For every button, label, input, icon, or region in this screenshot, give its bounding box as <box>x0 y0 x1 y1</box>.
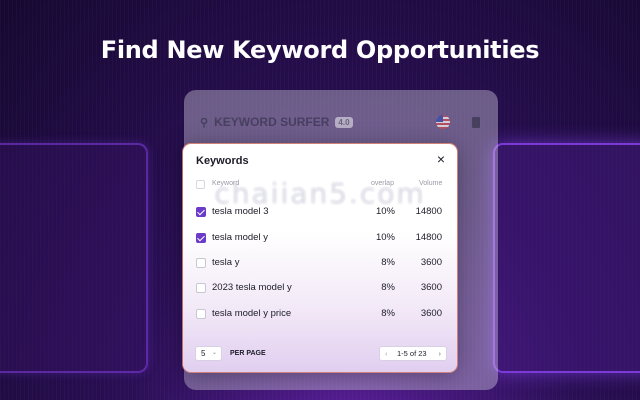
chevron-right-icon[interactable]: › <box>439 347 442 360</box>
table-row[interactable]: tesla model 3 10% 14800 <box>183 199 457 224</box>
row-checkbox[interactable] <box>196 309 206 319</box>
us-flag-icon[interactable] <box>436 115 450 129</box>
volume-cell: 3600 <box>420 308 442 319</box>
table-row[interactable]: tesla model y price 8% 3600 <box>183 301 457 326</box>
pagination-control: ‹ 1-5 of 23 › <box>379 346 447 361</box>
side-card-left <box>0 143 148 373</box>
document-icon[interactable] <box>472 116 480 128</box>
keyword-cell: tesla y <box>212 257 240 268</box>
row-checkbox[interactable] <box>196 283 206 293</box>
column-header-keyword[interactable]: Keyword <box>212 180 239 187</box>
per-page-value: 5 <box>201 349 206 358</box>
select-all-checkbox[interactable] <box>196 180 205 189</box>
table-row[interactable]: 2023 tesla model y 8% 3600 <box>183 275 457 300</box>
table-row[interactable]: tesla y 8% 3600 <box>183 250 457 275</box>
pagination-info: 1-5 of 23 <box>397 349 427 358</box>
headline: Find New Keyword Opportunities <box>100 36 540 64</box>
keyword-cell: tesla model 3 <box>212 206 269 217</box>
row-checkbox[interactable] <box>196 233 206 243</box>
per-page-select[interactable]: 5 ⌄ <box>195 346 222 361</box>
overlap-cell: 10% <box>375 232 395 243</box>
chevron-down-icon: ⌄ <box>211 350 217 356</box>
overlap-cell: 10% <box>375 206 395 217</box>
table-row[interactable]: tesla model y 10% 14800 <box>183 225 457 250</box>
keywords-modal: Keywords × Keyword overlap Volume tesla … <box>183 144 457 372</box>
volume-cell: 3600 <box>420 282 442 293</box>
volume-cell: 14800 <box>415 206 442 217</box>
version-badge: 4.0 <box>335 116 353 128</box>
chevron-left-icon[interactable]: ‹ <box>385 347 388 360</box>
keyword-cell: 2023 tesla model y <box>212 282 292 293</box>
modal-title: Keywords <box>196 155 249 167</box>
row-checkbox[interactable] <box>196 258 206 268</box>
brand-name: KEYWORD SURFER <box>214 115 330 129</box>
keyword-cell: tesla model y <box>212 232 268 243</box>
search-icon: ⚲ <box>200 116 209 129</box>
side-card-right <box>493 143 640 373</box>
overlap-cell: 8% <box>381 257 395 268</box>
row-checkbox[interactable] <box>196 207 206 217</box>
per-page-label: PER PAGE <box>230 350 266 357</box>
column-header-overlap[interactable]: overlap <box>371 180 394 187</box>
volume-cell: 3600 <box>420 257 442 268</box>
overlap-cell: 8% <box>381 308 395 319</box>
column-header-volume[interactable]: Volume <box>419 180 442 187</box>
extension-header: ⚲ KEYWORD SURFER 4.0 <box>200 112 480 132</box>
keyword-cell: tesla model y price <box>212 308 292 319</box>
volume-cell: 14800 <box>415 232 442 243</box>
close-icon[interactable]: × <box>434 152 448 166</box>
modal-footer: 5 ⌄ PER PAGE ‹ 1-5 of 23 › <box>195 346 447 362</box>
overlap-cell: 8% <box>381 282 395 293</box>
